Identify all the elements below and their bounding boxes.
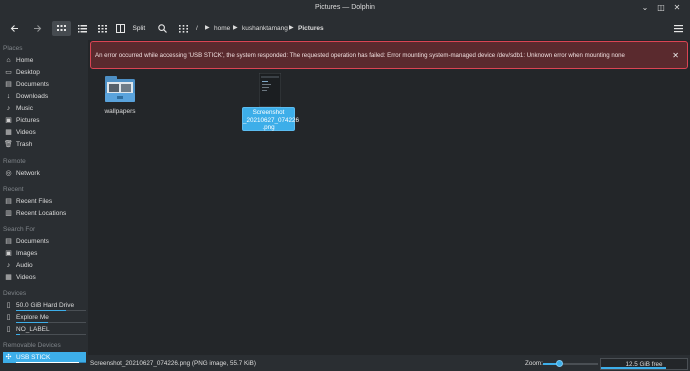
chevron-right-icon: ▶: [233, 25, 238, 31]
search-for-header: Search For: [3, 226, 36, 233]
icons-view-button[interactable]: [52, 21, 71, 36]
folder-pictures-icon: [105, 76, 135, 102]
documents-icon: ▤: [5, 238, 12, 245]
forward-button[interactable]: [31, 21, 43, 36]
split-button[interactable]: Split: [116, 21, 148, 36]
sidebar-item-search-videos[interactable]: ▦ Videos: [3, 272, 86, 283]
error-message: An error occurred while accessing 'USB S…: [95, 52, 625, 59]
breadcrumb-home[interactable]: home: [214, 21, 230, 36]
file-label-selected: Screenshot _20210627_074226 .png: [242, 107, 300, 131]
recent-locations-icon: ▥: [5, 210, 12, 217]
removable-devices-header: Removable Devices: [3, 342, 61, 349]
menu-button[interactable]: [672, 21, 684, 36]
chevron-right-icon: ▶: [205, 25, 210, 31]
sidebar-item-recent-locations[interactable]: ▥ Recent Locations: [3, 208, 86, 219]
sidebar-item-search-images[interactable]: ▣ Images: [3, 248, 86, 259]
sidebar-item-recent-files[interactable]: ▤ Recent Files: [3, 196, 86, 207]
grid-icon: [178, 25, 188, 33]
compact-view-icon: [97, 25, 107, 33]
trash-icon: 🗑︎: [4, 141, 13, 148]
sidebar-item-downloads[interactable]: ↓ Downloads: [3, 91, 86, 102]
sidebar-item-trash[interactable]: 🗑︎ Trash: [3, 139, 86, 150]
sidebar-item-usb-stick[interactable]: ✣ USB STICK: [3, 352, 86, 363]
documents-icon: ▤: [5, 81, 12, 88]
sidebar-item-pictures[interactable]: ▣ Pictures: [3, 115, 86, 126]
file-view[interactable]: An error occurred while accessing 'USB S…: [88, 40, 690, 355]
drive-icon: ▯: [6, 326, 11, 333]
videos-icon: ▦: [5, 274, 12, 281]
breadcrumb-current[interactable]: Pictures: [298, 21, 324, 36]
search-icon: [157, 24, 167, 33]
sidebar-item-no-label[interactable]: ▯ NO_LABEL: [3, 324, 86, 335]
sidebar-item-network[interactable]: ◎ Network: [3, 168, 86, 179]
pictures-icon: ▣: [5, 117, 12, 124]
images-icon: ▣: [5, 250, 12, 257]
places-header: Places: [3, 45, 23, 52]
downloads-icon: ↓: [6, 93, 11, 100]
status-bar: Screenshot_20210627_074226.png (PNG imag…: [88, 355, 690, 371]
icons-view-icon: [57, 25, 66, 31]
recent-files-icon: ▤: [5, 198, 12, 205]
toolbar: Split / ▶ home ▶ kushanktamang ▶ Picture…: [0, 17, 690, 40]
details-view-icon: [77, 25, 87, 33]
sidebar-item-hard-drive[interactable]: ▯ 50.0 GiB Hard Drive: [3, 300, 86, 311]
zoom-slider-handle[interactable]: [556, 360, 563, 367]
title-bar: Pictures — Dolphin ⌄ ◫ ✕: [0, 0, 690, 17]
sidebar-item-desktop[interactable]: ▭ Desktop: [3, 67, 86, 78]
hamburger-menu-icon: [673, 25, 683, 33]
file-label: wallpapers: [104, 108, 136, 115]
videos-icon: ▦: [5, 129, 12, 136]
places-grid-button[interactable]: [177, 21, 189, 36]
usb-icon: ✣: [5, 354, 12, 361]
zoom-label: Zoom:: [525, 360, 543, 367]
home-icon: ⌂: [6, 57, 11, 64]
desktop-icon: ▭: [5, 69, 12, 76]
capacity-bar: [16, 362, 86, 363]
selection-info: Screenshot_20210627_074226.png (PNG imag…: [90, 360, 256, 367]
sidebar-item-videos[interactable]: ▦ Videos: [3, 127, 86, 138]
places-panel: Places ⌂ Home ▭ Desktop ▤ Documents ↓ Downlo…: [0, 40, 88, 371]
chevron-right-icon: ▶: [289, 25, 294, 31]
sidebar-item-search-audio[interactable]: ♪ Audio: [3, 260, 86, 271]
image-file-icon: [259, 73, 281, 107]
arrow-right-icon: [34, 25, 42, 32]
sidebar-item-music[interactable]: ♪ Music: [3, 103, 86, 114]
capacity-bar: [16, 310, 86, 311]
compact-view-button[interactable]: [96, 21, 108, 36]
capacity-bar: [16, 334, 86, 335]
error-banner: An error occurred while accessing 'USB S…: [90, 41, 688, 69]
arrow-left-icon: [10, 25, 18, 32]
music-icon: ♪: [6, 105, 11, 112]
sidebar-item-explore-me[interactable]: ▯ Explore Me: [3, 312, 86, 323]
breadcrumb-root[interactable]: /: [196, 21, 198, 36]
split-label: Split: [132, 25, 146, 32]
devices-header: Devices: [3, 290, 27, 297]
free-space-indicator[interactable]: 12.5 GiB free: [600, 358, 688, 370]
free-space-label: 12.5 GiB free: [625, 361, 663, 368]
details-view-button[interactable]: [76, 21, 88, 36]
recent-header: Recent: [3, 186, 24, 193]
search-button[interactable]: [156, 21, 168, 36]
breadcrumb-user[interactable]: kushanktamang: [242, 21, 288, 36]
remote-header: Remote: [3, 158, 26, 165]
window-title: Pictures — Dolphin: [315, 4, 375, 11]
sidebar-item-search-documents[interactable]: ▤ Documents: [3, 236, 86, 247]
zoom-slider[interactable]: [543, 360, 598, 367]
minimize-icon[interactable]: ⌄: [640, 3, 650, 13]
drive-icon: ▯: [6, 302, 11, 309]
split-view-icon: [116, 24, 125, 33]
restore-icon[interactable]: ◫: [656, 3, 666, 13]
back-button[interactable]: [9, 21, 21, 36]
drive-icon: ▯: [6, 314, 11, 321]
close-icon[interactable]: ✕: [672, 51, 679, 60]
close-window-icon[interactable]: ✕: [672, 3, 682, 13]
capacity-bar: [16, 322, 86, 323]
network-icon: ◎: [5, 170, 12, 177]
audio-icon: ♪: [6, 262, 11, 269]
sidebar-item-documents[interactable]: ▤ Documents: [3, 79, 86, 90]
sidebar-item-home[interactable]: ⌂ Home: [3, 55, 86, 66]
